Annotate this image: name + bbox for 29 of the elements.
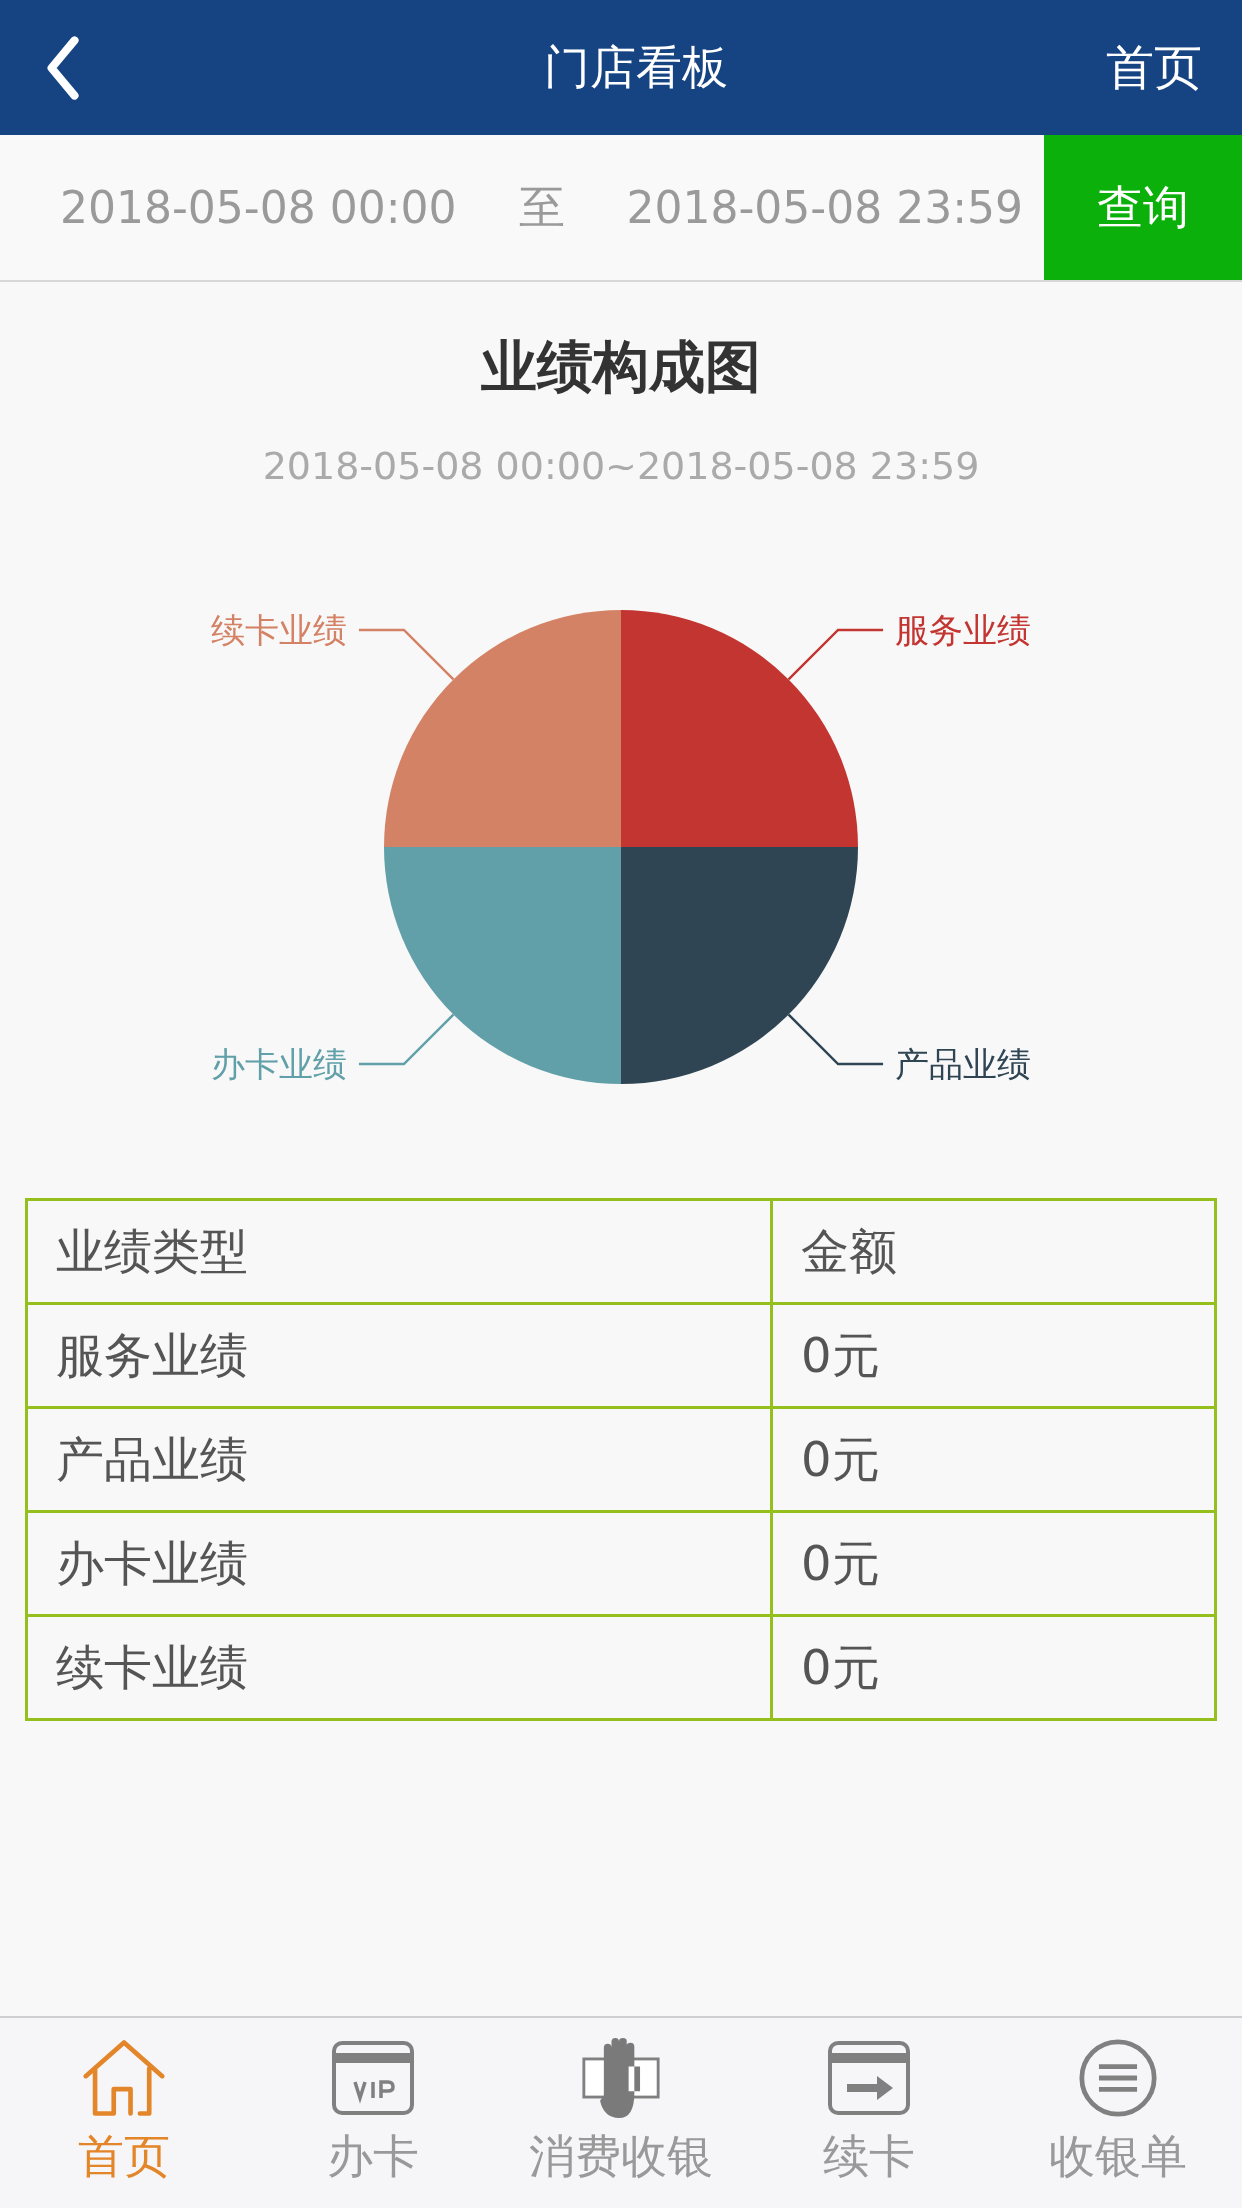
nav-tab[interactable]: 收银单 bbox=[997, 2038, 1238, 2188]
query-button[interactable]: 查询 bbox=[1044, 135, 1242, 280]
table-cell: 服务业绩 bbox=[26, 1303, 772, 1408]
slice-label: 办卡业绩 bbox=[210, 1044, 347, 1085]
column-header: 金额 bbox=[771, 1199, 1216, 1304]
slice-label: 续卡业绩 bbox=[210, 609, 347, 650]
nav-tab[interactable]: 办卡 bbox=[252, 2038, 493, 2188]
table-cell: 办卡业绩 bbox=[26, 1511, 772, 1616]
table-cell: 0元 bbox=[771, 1511, 1216, 1616]
table-cell: 0元 bbox=[771, 1615, 1216, 1720]
start-date-field[interactable]: 2018-05-08 00:00 bbox=[0, 182, 457, 233]
home-link[interactable]: 首页 bbox=[1106, 35, 1202, 100]
page-title: 门店看板 bbox=[544, 38, 728, 96]
table-cell: 0元 bbox=[771, 1407, 1216, 1512]
vip-card-icon bbox=[330, 2038, 415, 2118]
house-icon bbox=[82, 2038, 167, 2118]
slice-label: 服务业绩 bbox=[895, 609, 1032, 650]
nav-tab[interactable]: 续卡 bbox=[749, 2038, 990, 2188]
column-header: 业绩类型 bbox=[26, 1199, 772, 1304]
table-cell: 续卡业绩 bbox=[26, 1615, 772, 1720]
slice-label: 产品业绩 bbox=[895, 1044, 1032, 1085]
nav-tab[interactable]: 首页 bbox=[4, 2038, 245, 2188]
separator-text: 至 bbox=[517, 178, 565, 236]
table-cell: 产品业绩 bbox=[26, 1407, 772, 1512]
nav-tab[interactable]: 消费收银 bbox=[500, 2038, 741, 2188]
chart-title: 业绩构成图 bbox=[480, 333, 762, 401]
table-cell: 0元 bbox=[771, 1303, 1216, 1408]
chart-subtitle: 2018-05-08 00:00~2018-05-08 23:59 bbox=[261, 444, 981, 488]
end-date-field[interactable]: 2018-05-08 23:59 bbox=[566, 182, 1023, 233]
